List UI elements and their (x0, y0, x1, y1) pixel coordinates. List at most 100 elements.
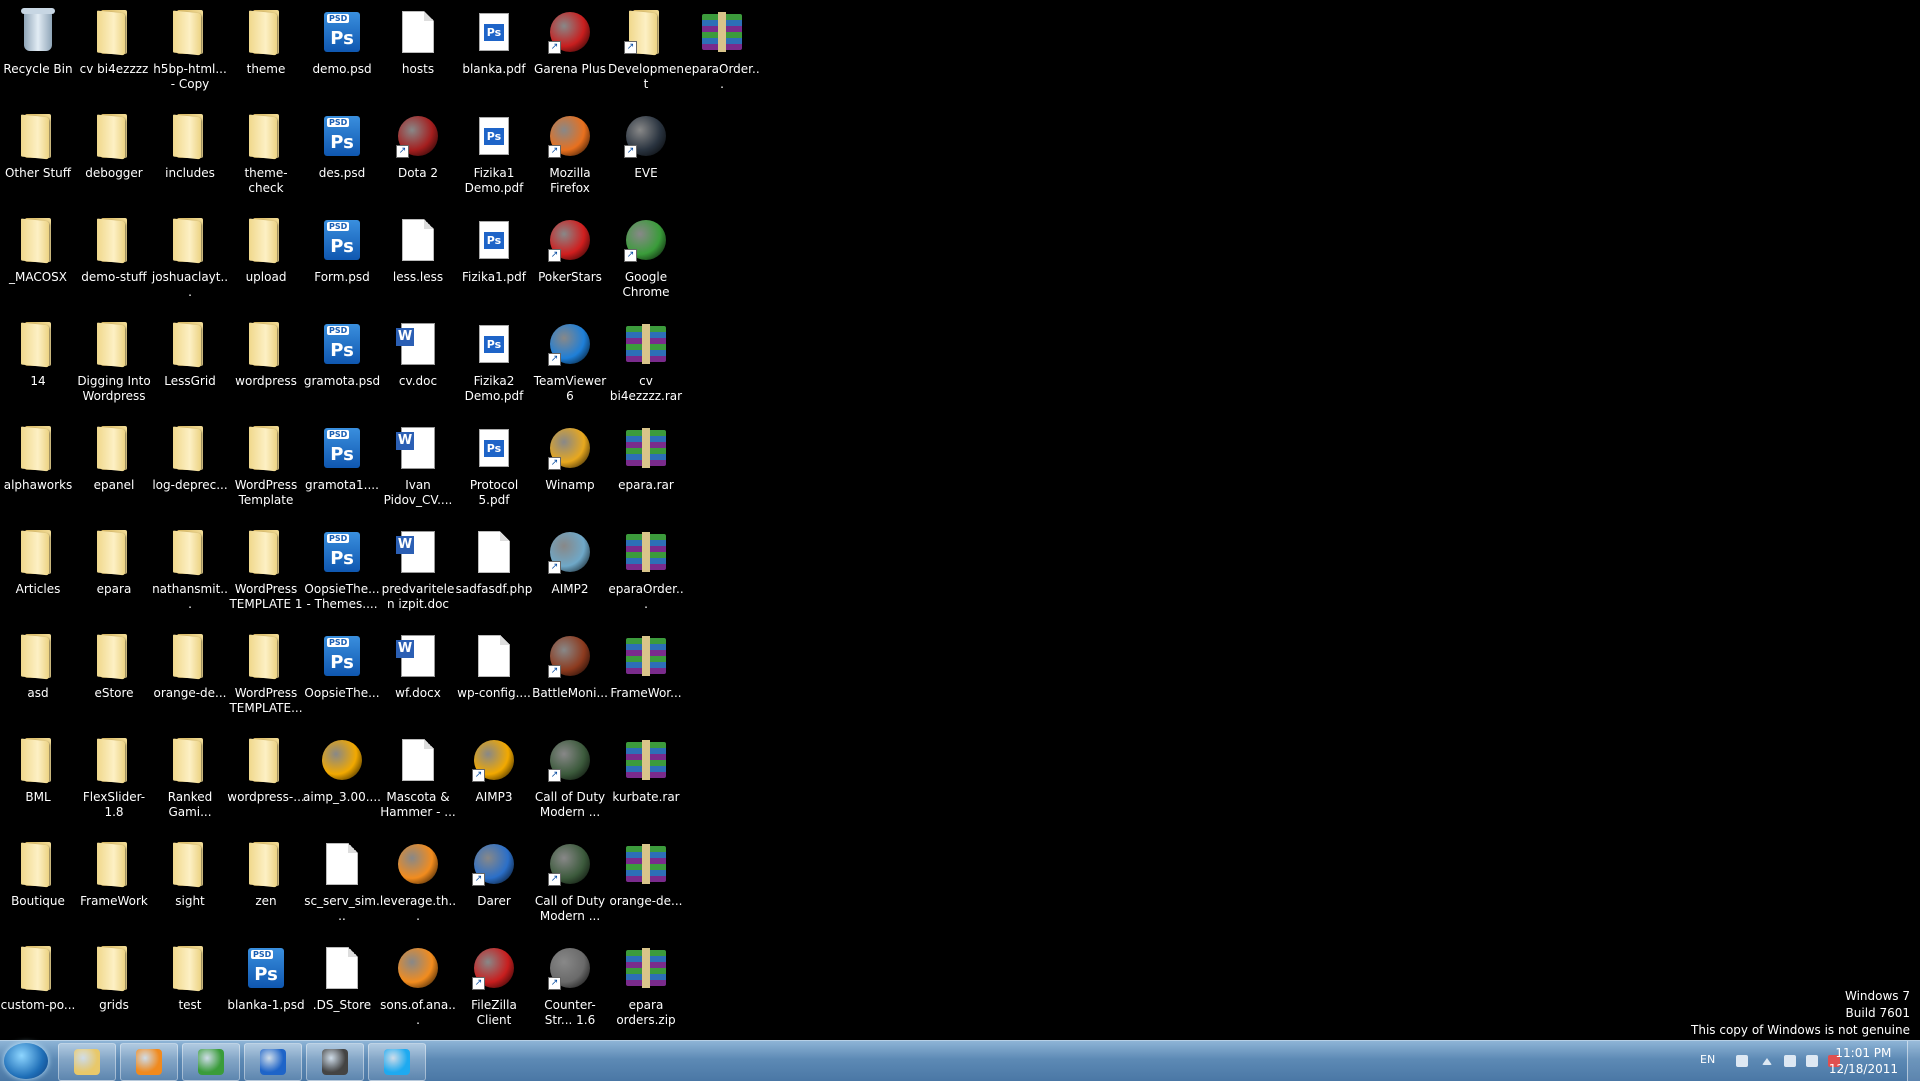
desktop-icon[interactable]: ↗ TeamViewer 6 (532, 314, 608, 414)
desktop-icon[interactable]: ↗ BattleMoni... (532, 626, 608, 726)
desktop-icon[interactable]: eStore (76, 626, 152, 726)
desktop-icon[interactable]: ↗ EVE (608, 106, 684, 206)
desktop-icon[interactable]: epara (76, 522, 152, 622)
desktop-icon[interactable]: cv bi4ezzzz (76, 2, 152, 102)
taskbar-media-player-button[interactable] (120, 1043, 178, 1081)
desktop-icon[interactable]: Boutique (0, 834, 76, 934)
desktop-icon[interactable]: theme-check (228, 106, 304, 206)
desktop-icon[interactable]: wordpress-... (227, 730, 305, 830)
desktop-icon[interactable]: upload (228, 210, 304, 310)
desktop-icon[interactable]: .DS_Store (304, 938, 380, 1038)
desktop-icon[interactable]: Ps des.psd (304, 106, 380, 206)
desktop-icon[interactable]: Ps Protocol 5.pdf (456, 418, 532, 518)
desktop-icon[interactable]: theme (228, 2, 304, 102)
desktop-icon[interactable]: ↗ Dota 2 (380, 106, 456, 206)
desktop-icon[interactable]: test (152, 938, 228, 1038)
desktop-icon[interactable]: ↗ Darer (456, 834, 532, 934)
desktop-icon[interactable]: WordPress TEMPLATE 1 (228, 522, 304, 622)
desktop-icon[interactable]: predvaritelen izpit.doc (380, 522, 456, 622)
desktop-icon[interactable]: Recycle Bin (0, 2, 76, 102)
desktop-icon[interactable]: sadfasdf.php (456, 522, 532, 622)
desktop-icon[interactable]: ↗ Call of Duty Modern ... (532, 730, 608, 830)
desktop-icon[interactable]: Ivan Pidov_CV.... (380, 418, 456, 518)
desktop-icon[interactable]: debogger (76, 106, 152, 206)
taskbar-explorer-button[interactable] (58, 1043, 116, 1081)
desktop-icon[interactable]: FrameWor... (608, 626, 684, 726)
desktop-icon[interactable]: WordPress TEMPLATE... (228, 626, 304, 726)
desktop-icon[interactable]: custom-po... (0, 938, 76, 1038)
desktop-icon[interactable]: Ps gramota1.... (304, 418, 380, 518)
keyboard-icon[interactable] (1736, 1055, 1748, 1067)
desktop-icon[interactable]: epara orders.zip (608, 938, 684, 1038)
desktop-icon[interactable]: orange-de... (152, 626, 228, 726)
desktop-icon[interactable]: kurbate.rar (608, 730, 684, 830)
desktop-icon[interactable]: asd (0, 626, 76, 726)
desktop-icon[interactable]: sight (152, 834, 228, 934)
desktop-icon[interactable]: ↗ Google Chrome (608, 210, 684, 310)
desktop-icon[interactable]: nathansmit... (152, 522, 228, 622)
desktop-icon[interactable]: demo-stuff (76, 210, 152, 310)
desktop-icon[interactable]: joshuaclayt... (152, 210, 228, 310)
desktop-icon[interactable]: ↗ Counter-Str... 1.6 Professi... (532, 938, 608, 1038)
desktop-icon[interactable]: sons.of.ana... (380, 938, 456, 1038)
desktop-icon[interactable]: Ps demo.psd (304, 2, 380, 102)
desktop-icon[interactable]: alphaworks (0, 418, 76, 518)
desktop-icon[interactable]: wordpress (228, 314, 304, 414)
desktop-icon[interactable]: epara.rar (608, 418, 684, 518)
desktop-icon[interactable]: grids (76, 938, 152, 1038)
desktop[interactable]: Recycle Bin Other Stuff _MACOSX 14 alphawork… (0, 0, 1920, 1040)
desktop-icon[interactable]: Ps gramota.psd (304, 314, 380, 414)
desktop-icon[interactable]: h5bp-html... - Copy (152, 2, 228, 102)
desktop-icon[interactable]: wf.docx (380, 626, 456, 726)
start-button[interactable] (4, 1043, 48, 1079)
desktop-icon[interactable]: Mascota & Hammer - ... (380, 730, 456, 830)
taskbar-photoshop-button[interactable] (244, 1043, 302, 1081)
show-hidden-icons-icon[interactable] (1762, 1058, 1772, 1065)
desktop-icon[interactable]: ↗ Mozilla Firefox (532, 106, 608, 206)
desktop-icon[interactable]: ↗ Call of Duty Modern ... (532, 834, 608, 934)
desktop-icon[interactable]: Ps blanka.pdf (456, 2, 532, 102)
desktop-icon[interactable]: eparaOrder... (684, 2, 760, 102)
desktop-icon[interactable]: hosts (380, 2, 456, 102)
desktop-icon[interactable]: LessGrid (152, 314, 228, 414)
desktop-icon[interactable]: Articles (0, 522, 76, 622)
desktop-icon[interactable]: FrameWork (76, 834, 152, 934)
desktop-icon[interactable]: Ps Fizika1 Demo.pdf (456, 106, 532, 206)
desktop-icon[interactable]: epanel (76, 418, 152, 518)
show-desktop-button[interactable] (1907, 1041, 1920, 1081)
desktop-icon[interactable]: BML (0, 730, 76, 830)
desktop-icon[interactable]: Other Stuff (0, 106, 76, 206)
desktop-icon[interactable]: Ps Fizika1.pdf (456, 210, 532, 310)
desktop-icon[interactable]: sc_serv_sim... (304, 834, 380, 934)
desktop-icon[interactable]: Ps Form.psd (304, 210, 380, 310)
desktop-icon[interactable]: Ps blanka-1.psd (227, 938, 305, 1038)
taskbar-skype-button[interactable] (368, 1043, 426, 1081)
taskbar-chrome-button[interactable] (182, 1043, 240, 1081)
desktop-icon[interactable]: zen (228, 834, 304, 934)
desktop-icon[interactable]: less.less (380, 210, 456, 310)
desktop-icon[interactable]: aimp_3.00.... (303, 730, 381, 830)
desktop-icon[interactable]: wp-config.... (456, 626, 532, 726)
desktop-icon[interactable]: cv bi4ezzzz.rar (608, 314, 684, 414)
desktop-icon[interactable]: Ranked Gami... (152, 730, 228, 830)
desktop-icon[interactable]: cv.doc (380, 314, 456, 414)
desktop-icon[interactable]: ↗ Garena Plus (532, 2, 608, 102)
desktop-icon[interactable]: includes (152, 106, 228, 206)
taskbar-console-button[interactable] (306, 1043, 364, 1081)
language-indicator[interactable]: EN (1700, 1053, 1715, 1066)
desktop-icon[interactable]: Ps Fizika2 Demo.pdf (456, 314, 532, 414)
desktop-icon[interactable]: orange-de... (608, 834, 684, 934)
desktop-icon[interactable]: Ps OopsieThe... (304, 626, 380, 726)
volume-icon[interactable] (1784, 1055, 1796, 1067)
desktop-icon[interactable]: WordPress Template (228, 418, 304, 518)
desktop-icon[interactable]: Ps OopsieThe... - Themes.... (304, 522, 380, 622)
desktop-icon[interactable]: leverage.th... (380, 834, 456, 934)
desktop-icon[interactable]: ↗ Winamp (532, 418, 608, 518)
desktop-icon[interactable]: 14 (0, 314, 76, 414)
desktop-icon[interactable]: _MACOSX (0, 210, 76, 310)
desktop-icon[interactable]: eparaOrder... (608, 522, 684, 622)
clock[interactable]: 11:01 PM 12/18/2011 (1829, 1045, 1898, 1077)
desktop-icon[interactable]: ↗ PokerStars (532, 210, 608, 310)
desktop-icon[interactable]: ↗ AIMP2 (532, 522, 608, 622)
desktop-icon[interactable]: Digging Into Wordpress V3 (76, 314, 152, 414)
